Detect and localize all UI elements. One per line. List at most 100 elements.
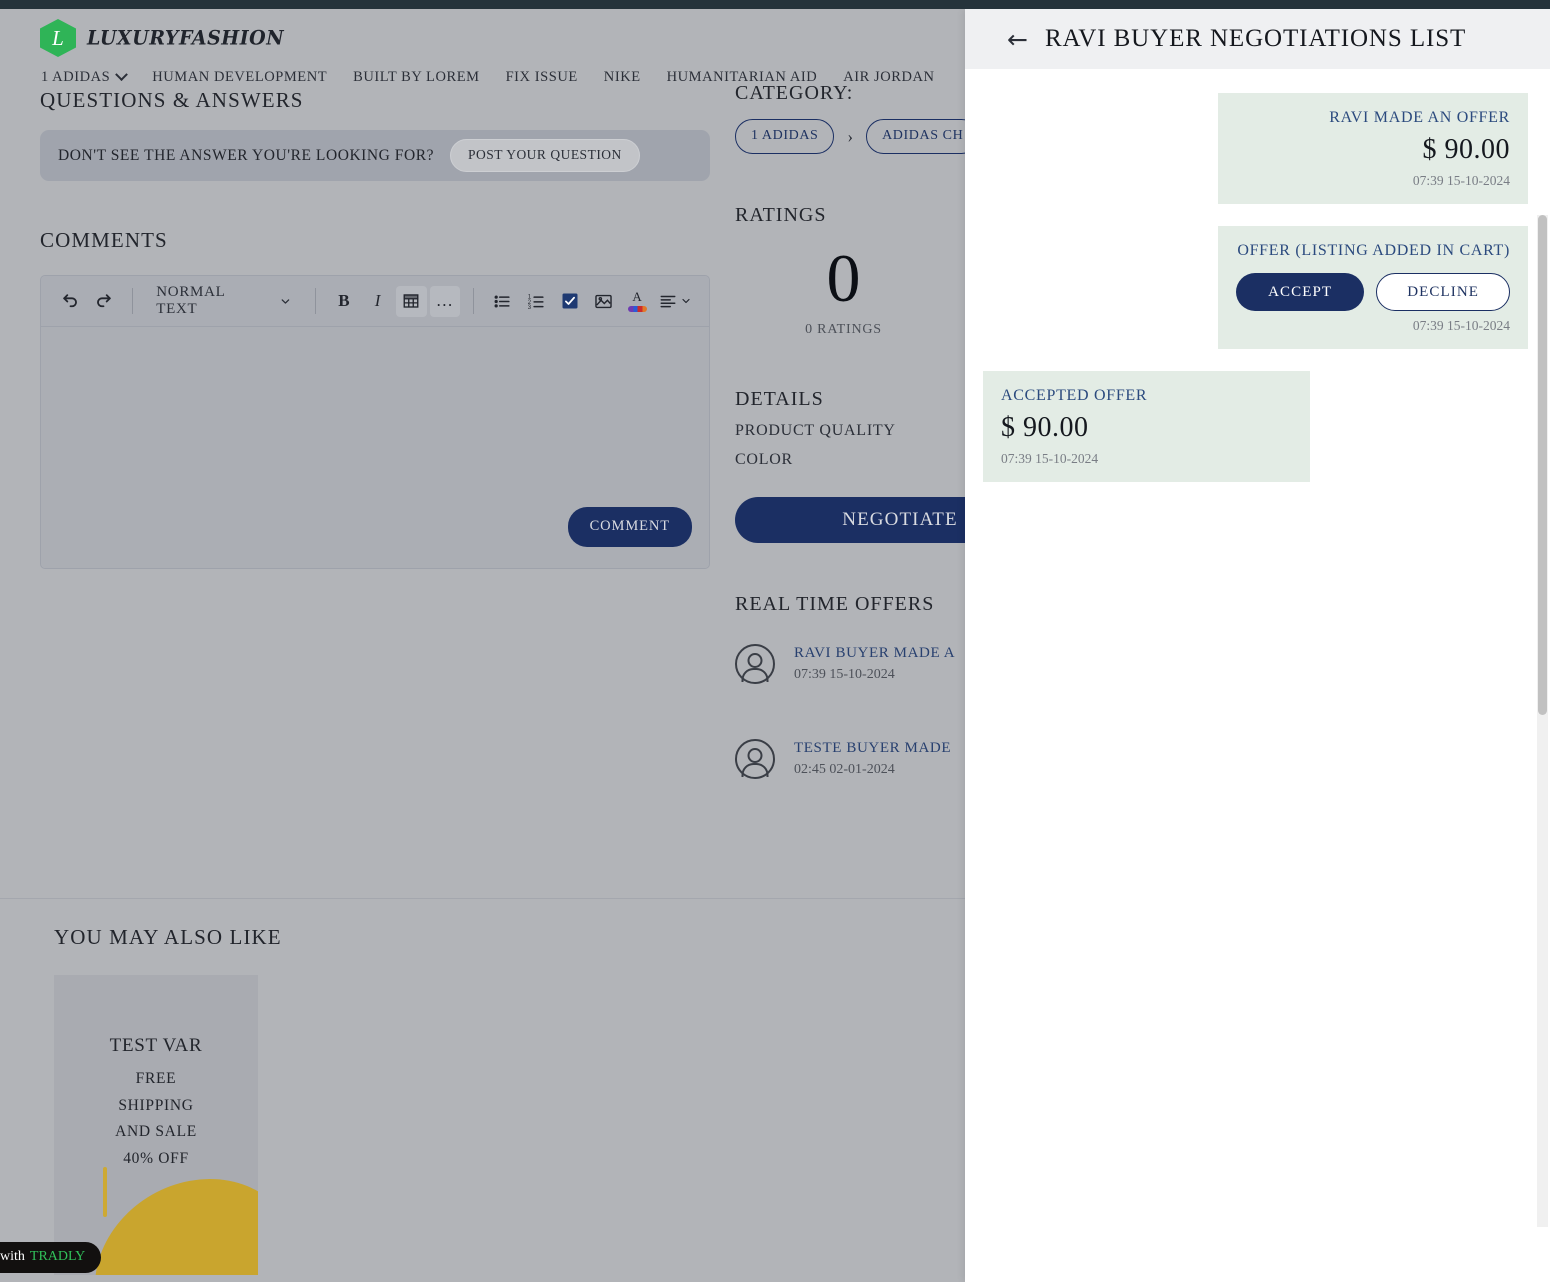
rating-count: 0 RATINGS [805,322,882,337]
panel-title: RAVI BUYER NEGOTIATIONS LIST [1044,25,1467,52]
questions-answers-title: QUESTIONS & ANSWERS [40,88,304,112]
more-options-icon[interactable]: … [429,285,461,317]
negotiation-price: $ 90.00 [1422,134,1510,165]
real-time-offers-title: REAL TIME OFFERS [735,593,935,615]
accept-button[interactable]: ACCEPT [1236,273,1365,311]
post-your-question-button[interactable]: POST YOUR QUESTION [450,139,640,172]
text-style-dropdown[interactable]: NORMAL TEXT [146,284,301,318]
qa-prompt-text: DON'T SEE THE ANSWER YOU'RE LOOKING FOR? [58,146,435,164]
nav-item-human-development[interactable]: HUMAN DEVELOPMENT [152,69,327,86]
color-swatch [627,306,647,312]
category-label: CATEGORY: [735,82,854,104]
panel-scrollbar[interactable] [1537,215,1548,1227]
avatar-icon [735,739,775,779]
offer-text: TESTE BUYER MADE 02:45 02-01-2024 [794,740,951,778]
checkbox-icon[interactable] [554,286,585,317]
product-card-line-1: FREE [135,1070,177,1087]
product-card-line-2: SHIPPING [118,1096,194,1114]
built-with-tradly-badge[interactable]: with TRADLY [0,1242,102,1273]
offer-time: 02:45 02-01-2024 [794,762,895,777]
negotiation-price: $ 90.00 [1001,412,1089,443]
offer-time: 07:39 15-10-2024 [794,667,895,682]
offer-name: RAVI BUYER MADE A [794,645,956,661]
page-backdrop: L LUXURYFASHION 1 ADIDAS HUMAN DEVELOPME… [0,0,980,1282]
toolbar-divider [132,288,134,314]
rating-value: 0 [826,240,861,316]
comment-editor: NORMAL TEXT B I … 123 A COMMENT [40,275,710,569]
chip-separator-icon: › [847,126,854,146]
comment-submit-button[interactable]: COMMENT [567,507,692,547]
chevron-down-icon [682,298,690,304]
you-may-also-like-section: YOU MAY ALSO LIKE TEST VAR FREE SHIPPING… [0,898,980,1275]
negotiation-card-offer-made: RAVI MADE AN OFFER $ 90.00 07:39 15-10-2… [1218,93,1528,204]
toolbar-divider [314,288,316,314]
detail-color: COLOR [735,451,793,468]
svg-text:3: 3 [527,305,531,311]
details-title: DETAILS [735,388,824,410]
scrollbar-thumb[interactable] [1538,215,1547,715]
brand-name: LUXURYFASHION [87,26,285,50]
nav-item-nike[interactable]: NIKE [604,69,641,86]
offer-text: RAVI BUYER MADE A 07:39 15-10-2024 [794,645,955,683]
product-card-text: TEST VAR FREE SHIPPING AND SALE 40% OFF [54,975,258,1173]
decorative-stem [103,1167,107,1217]
nav-item-built-by-lorem[interactable]: BUILT BY LOREM [353,69,479,86]
nav-item-1-adidas[interactable]: 1 ADIDAS [41,68,129,86]
product-card-line-4: 40% OFF [123,1149,189,1167]
decline-button[interactable]: DECLINE [1376,273,1510,311]
negotiate-button[interactable]: NEGOTIATE [735,497,980,543]
nav-label: 1 ADIDAS [41,69,111,85]
top-system-bar [0,0,1550,9]
back-arrow-icon[interactable]: ← [1007,27,1028,52]
panel-header: ← RAVI BUYER NEGOTIATIONS LIST [965,9,1550,69]
negotiation-label: OFFER (LISTING ADDED IN CART) [1237,242,1510,259]
text-color-letter: A [632,289,642,304]
list-item[interactable]: TESTE BUYER MADE 02:45 02-01-2024 [735,739,980,779]
category-chip-adidas-ch[interactable]: ADIDAS CH [866,119,980,154]
chevron-down-icon [115,68,129,82]
numbered-list-icon[interactable]: 123 [521,286,552,317]
nav-item-fix-issue[interactable]: FIX ISSUE [506,69,578,86]
negotiation-label: RAVI MADE AN OFFER [1329,109,1510,126]
badge-brand: TRADLY [29,1249,86,1264]
negotiation-label: ACCEPTED OFFER [1001,387,1148,404]
brand-logo[interactable]: L LUXURYFASHION [40,19,284,57]
redo-icon[interactable] [89,286,120,317]
bullet-list-icon[interactable] [487,286,518,317]
comments-title: COMMENTS [40,228,168,252]
editor-toolbar: NORMAL TEXT B I … 123 A [41,276,709,327]
offer-name: TESTE BUYER MADE [794,740,952,756]
left-content-column: QUESTIONS & ANSWERS DON'T SEE THE ANSWER… [40,88,710,569]
image-icon[interactable] [588,286,619,317]
product-side-column: CATEGORY: 1 ADIDAS › ADIDAS CH RATINGS 0… [735,82,980,779]
negotiation-timestamp: 07:39 15-10-2024 [1412,173,1510,188]
avatar-icon [735,644,775,684]
negotiation-timestamp: 07:39 15-10-2024 [1001,451,1099,466]
hexagon-logo-icon: L [40,19,76,57]
bold-button[interactable]: B [329,286,360,317]
negotiation-timestamp: 07:39 15-10-2024 [1412,318,1510,333]
negotiations-panel: ← RAVI BUYER NEGOTIATIONS LIST RAVI MADE… [965,9,1550,1282]
product-card-name: TEST VAR [109,1035,203,1056]
toolbar-divider [473,288,475,314]
italic-button[interactable]: I [362,286,393,317]
negotiation-card-accepted-offer: ACCEPTED OFFER $ 90.00 07:39 15-10-2024 [983,371,1310,482]
panel-body: RAVI MADE AN OFFER $ 90.00 07:39 15-10-2… [965,69,1550,1282]
category-chips: 1 ADIDAS › ADIDAS CH [735,119,980,154]
negotiation-actions: ACCEPT DECLINE [1236,273,1510,311]
detail-product-quality: PRODUCT QUALITY [735,422,896,439]
undo-icon[interactable] [55,286,86,317]
chevron-down-icon [281,298,290,304]
ratings-block: 0 0 RATINGS [735,244,980,338]
negotiation-card-pending-offer: OFFER (LISTING ADDED IN CART) ACCEPT DEC… [1218,226,1528,349]
ratings-title: RATINGS [735,204,827,226]
align-icon[interactable] [655,286,695,317]
product-card[interactable]: TEST VAR FREE SHIPPING AND SALE 40% OFF [54,975,258,1275]
category-chip-1-adidas[interactable]: 1 ADIDAS [735,119,835,154]
product-card-line-3: AND SALE [115,1123,197,1141]
badge-prefix: with [0,1249,25,1264]
you-may-also-like-title: YOU MAY ALSO LIKE [54,925,282,949]
text-color-icon[interactable]: A [622,286,653,317]
list-item[interactable]: RAVI BUYER MADE A 07:39 15-10-2024 [735,644,980,684]
table-icon[interactable] [395,285,427,317]
